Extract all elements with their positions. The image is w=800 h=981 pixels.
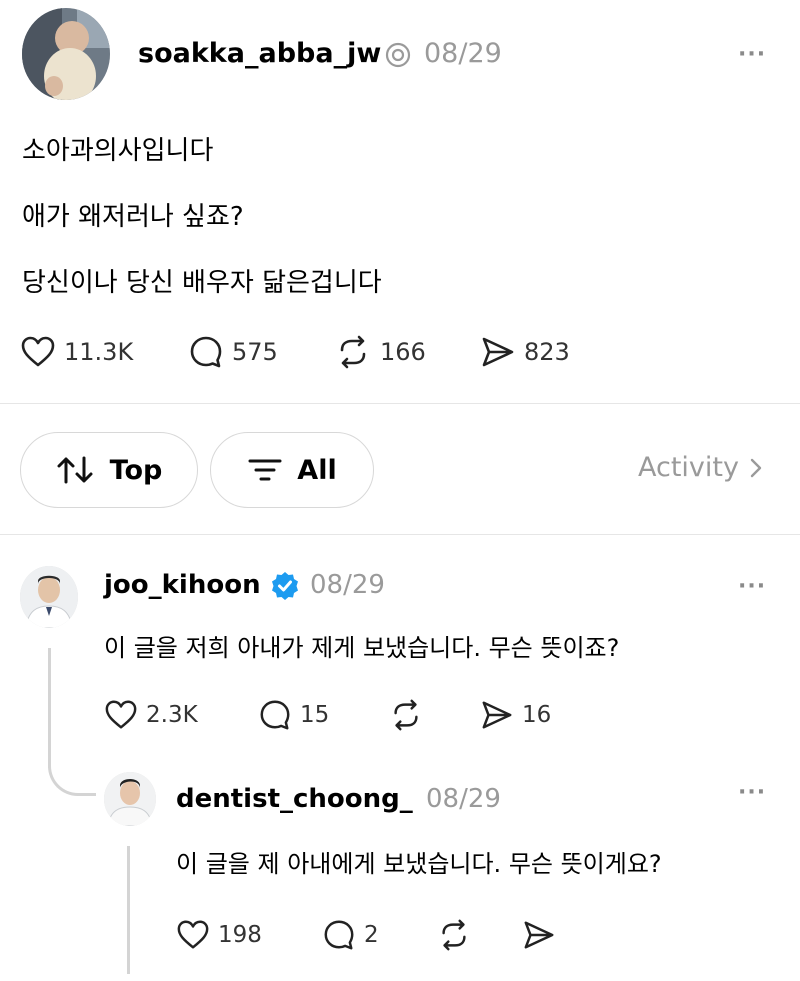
reply2-share-button[interactable] <box>522 918 556 952</box>
reply1-body: 이 글을 저희 아내가 제게 보냈습니다. 무슨 뜻이죠? <box>104 634 620 662</box>
repost-icon <box>442 919 466 951</box>
reply2-repost-button[interactable] <box>436 918 472 952</box>
post-share-button[interactable]: 823 <box>480 334 570 370</box>
comment-icon <box>190 336 222 368</box>
heart-icon <box>21 336 55 367</box>
activity-link[interactable]: Activity <box>638 452 763 483</box>
reply2-more-button[interactable]: ··· <box>738 780 766 805</box>
reply1-comment-button[interactable]: 15 <box>258 698 329 732</box>
post-like-count: 11.3K <box>64 338 134 366</box>
reply1-repost-button[interactable] <box>388 698 424 732</box>
reply2-date: 08/29 <box>426 784 501 814</box>
sort-top-label: Top <box>109 454 163 486</box>
sort-top-button[interactable]: Top <box>20 432 198 508</box>
chevron-right-icon <box>750 458 762 477</box>
filter-all-label: All <box>297 454 337 486</box>
send-icon <box>482 337 514 367</box>
reply1-share-count: 16 <box>522 702 552 728</box>
section-divider <box>0 403 800 404</box>
send-icon <box>482 701 512 729</box>
post-body-line-2: 애가 왜저러나 싶죠? <box>22 202 244 232</box>
sort-arrows-icon <box>57 456 93 484</box>
repost-icon <box>340 335 366 369</box>
post-body-line-3: 당신이나 당신 배우자 닮은겁니다 <box>22 268 382 298</box>
post-share-count: 823 <box>524 338 570 366</box>
section-divider-2 <box>0 534 800 535</box>
reply2-comment-count: 2 <box>364 922 379 948</box>
post-comment-button[interactable]: 575 <box>188 334 278 370</box>
reply1-like-button[interactable]: 2.3K <box>104 698 198 732</box>
reply2-like-count: 198 <box>218 922 262 948</box>
verified-badge-icon <box>270 571 300 601</box>
reply2-avatar[interactable] <box>104 772 156 826</box>
post-like-button[interactable]: 11.3K <box>20 334 133 370</box>
post-comment-count: 575 <box>232 338 278 366</box>
reply2-like-button[interactable]: 198 <box>176 918 262 952</box>
comment-icon <box>324 920 354 950</box>
reply1-like-count: 2.3K <box>146 702 198 728</box>
reply1-share-button[interactable]: 16 <box>480 698 551 732</box>
post-author-username[interactable]: soakka_abba_jw <box>138 38 381 69</box>
post-repost-count: 166 <box>380 338 426 366</box>
comment-icon <box>260 700 290 730</box>
activity-label: Activity <box>638 452 739 483</box>
post-more-button[interactable]: ··· <box>738 42 766 67</box>
reply1-thread-curve <box>48 748 96 796</box>
filter-all-button[interactable]: All <box>210 432 374 508</box>
post-author-avatar[interactable] <box>22 8 110 100</box>
reply2-body: 이 글을 제 아내에게 보냈습니다. 무슨 뜻이게요? <box>176 850 662 878</box>
reply1-username[interactable]: joo_kihoon <box>104 570 261 600</box>
heart-icon <box>105 700 137 729</box>
filter-icon <box>248 459 282 481</box>
reply1-comment-count: 15 <box>300 702 330 728</box>
reply1-date: 08/29 <box>310 570 385 600</box>
repost-icon <box>394 699 418 731</box>
threads-icon <box>385 42 411 68</box>
heart-icon <box>177 920 209 949</box>
post-repost-button[interactable]: 166 <box>334 334 426 370</box>
reply2-comment-button[interactable]: 2 <box>322 918 379 952</box>
reply1-more-button[interactable]: ··· <box>738 574 766 599</box>
reply2-username[interactable]: dentist_choong_ <box>176 784 413 814</box>
post-body-line-1: 소아과의사입니다 <box>22 136 214 166</box>
post-date: 08/29 <box>424 38 502 69</box>
send-icon <box>524 921 554 949</box>
reply1-avatar[interactable] <box>20 566 78 628</box>
reply2-thread-line <box>127 846 130 974</box>
